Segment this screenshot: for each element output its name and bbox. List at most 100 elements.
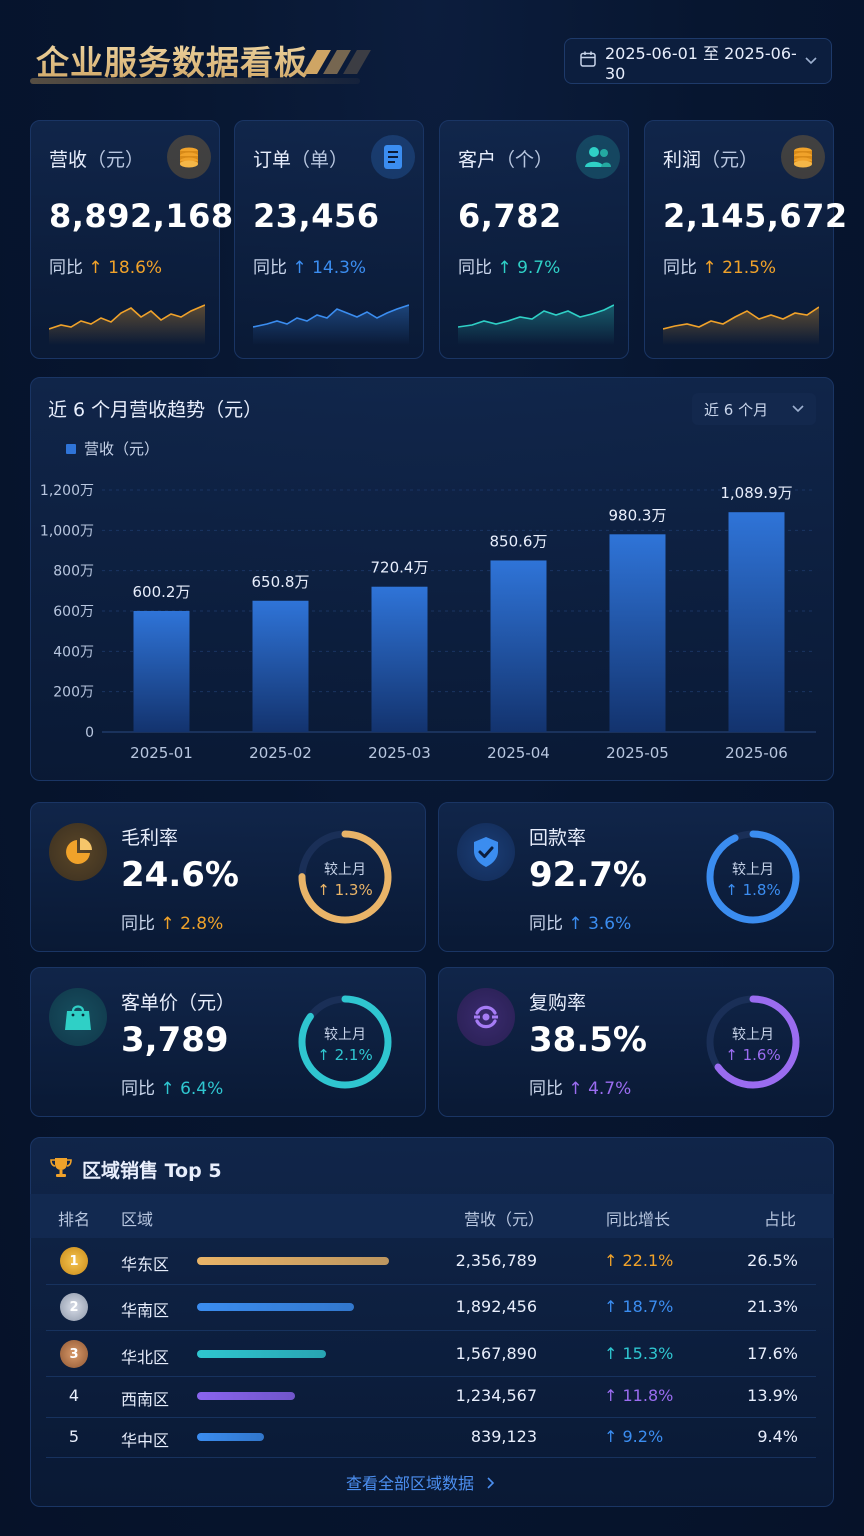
- metric-label: 客单价（元）: [121, 992, 236, 1014]
- silver-medal-icon: 2: [60, 1293, 88, 1321]
- x-tick-label: 2025-02: [249, 744, 312, 762]
- kpi-yoy: 同比 ↑ 18.6%: [49, 258, 163, 278]
- bar-2025-05[interactable]: [609, 534, 666, 732]
- kpi-yoy: 同比 ↑ 21.5%: [663, 258, 777, 278]
- bar-value-label: 980.3万: [609, 506, 667, 524]
- metric-yoy: 同比 ↑ 2.8%: [121, 914, 224, 934]
- x-tick-label: 2025-06: [725, 744, 788, 762]
- row-divider: [46, 1417, 816, 1418]
- bar-2025-03[interactable]: [371, 586, 428, 732]
- cell-region: 华北区: [121, 1348, 170, 1367]
- metric-yoy: 同比 ↑ 3.6%: [529, 914, 632, 934]
- cell-rank: 4: [68, 1386, 80, 1405]
- cell-revenue: 2,356,789: [455, 1251, 537, 1270]
- sparkline: [49, 304, 205, 345]
- cell-growth: ↑ 18.7%: [604, 1297, 674, 1316]
- kpi-yoy: 同比 ↑ 14.3%: [253, 258, 367, 278]
- kpi-unit: （个）: [496, 149, 554, 171]
- cell-share: 13.9%: [747, 1386, 798, 1405]
- bar-2025-02[interactable]: [252, 600, 309, 732]
- y-tick-label: 0: [85, 725, 94, 741]
- kpi-card-profit[interactable]: 利润（元） 2,145,672 同比 ↑ 21.5%: [644, 120, 847, 359]
- cell-rank: 5: [68, 1427, 80, 1446]
- y-tick-label: 1,000万: [40, 523, 94, 539]
- date-range-text: 2025-06-01 至 2025-06-30: [605, 43, 797, 83]
- range-select[interactable]: 近 6 个月: [692, 393, 816, 425]
- page-title: 企业服务数据看板: [36, 36, 308, 84]
- ring-value: ↑ 2.1%: [317, 1046, 373, 1064]
- ring-label: 较上月: [324, 1027, 366, 1043]
- kpi-card-revenue[interactable]: 营收（元） 8,892,168 同比 ↑ 18.6%: [30, 120, 233, 359]
- kpi-unit: （单）: [291, 149, 349, 171]
- pie-chart-icon: [49, 823, 107, 881]
- row-divider: [46, 1457, 816, 1458]
- header-growth: 同比增长: [606, 1210, 671, 1229]
- chevron-down-icon: [792, 402, 804, 417]
- cell-region: 西南区: [121, 1390, 170, 1409]
- bar-value-label: 850.6万: [490, 532, 548, 550]
- shield-check-icon: [457, 823, 515, 881]
- cell-region: 华东区: [121, 1255, 170, 1274]
- legend-swatch: [66, 443, 76, 454]
- kpi-yoy: 同比 ↑ 9.7%: [458, 258, 561, 278]
- y-tick-label: 600万: [53, 604, 94, 620]
- bar-2025-04[interactable]: [490, 560, 547, 732]
- cell-share: 9.4%: [757, 1427, 798, 1446]
- y-tick-label: 1,200万: [40, 483, 94, 499]
- kpi-label: 利润: [663, 149, 702, 171]
- kpi-card-customers[interactable]: 客户（个） 6,782 同比 ↑ 9.7%: [439, 120, 629, 359]
- revenue-bar-chart: 0 200万 400万 600万 800万 1,000万 1,200万 600.2万 2025-…: [40, 483, 816, 762]
- cell-revenue: 839,123: [470, 1427, 537, 1446]
- cell-region: 华南区: [121, 1301, 170, 1320]
- cell-growth: ↑ 15.3%: [604, 1344, 674, 1363]
- share-bar: [197, 1257, 389, 1265]
- cell-growth: ↑ 9.2%: [604, 1427, 664, 1446]
- metric-card-collection-rate[interactable]: 回款率 92.7% 同比 ↑ 3.6% 较上月 ↑ 1.8%: [438, 802, 834, 952]
- metric-card-gross-margin[interactable]: 毛利率 24.6% 同比 ↑ 2.8% 较上月 ↑ 1.3%: [30, 802, 426, 952]
- kpi-unit: （元）: [87, 149, 145, 171]
- kpi-value: 2,145,672: [663, 197, 848, 235]
- kpi-label: 客户: [458, 149, 497, 171]
- view-all-label: 查看全部区域数据: [346, 1474, 475, 1493]
- date-range-picker[interactable]: 2025-06-01 至 2025-06-30: [564, 38, 832, 84]
- kpi-value: 8,892,168: [49, 197, 234, 235]
- y-tick-label: 400万: [53, 644, 94, 660]
- kpi-unit: （元）: [701, 149, 759, 171]
- cell-growth: ↑ 22.1%: [604, 1251, 674, 1270]
- kpi-label: 营收: [49, 149, 88, 171]
- ring-label: 较上月: [324, 862, 366, 878]
- row-divider: [46, 1284, 816, 1285]
- legend-label: 营收（元）: [84, 440, 160, 458]
- y-tick-label: 200万: [53, 685, 94, 701]
- x-tick-label: 2025-01: [130, 744, 193, 762]
- chart-legend: 营收（元）: [66, 438, 159, 459]
- gold-medal-icon: 1: [60, 1247, 88, 1275]
- kpi-card-orders[interactable]: 订单（单） 23,456 同比 ↑ 14.3%: [234, 120, 424, 359]
- metric-card-repurchase-rate[interactable]: 复购率 38.5% 同比 ↑ 4.7% 较上月 ↑ 1.6%: [438, 967, 834, 1117]
- metric-label: 回款率: [529, 827, 587, 849]
- metric-yoy: 同比 ↑ 6.4%: [121, 1079, 224, 1099]
- header-share: 占比: [764, 1210, 797, 1229]
- cell-share: 17.6%: [747, 1344, 798, 1363]
- table-title-text: 区域销售 Top 5: [82, 1160, 222, 1182]
- cell-growth: ↑ 11.8%: [604, 1386, 674, 1405]
- metric-card-avg-order-value[interactable]: 客单价（元） 3,789 同比 ↑ 6.4% 较上月 ↑ 2.1%: [30, 967, 426, 1117]
- bar-2025-01[interactable]: [133, 610, 190, 732]
- calendar-icon: [579, 50, 597, 72]
- ring-label: 较上月: [732, 1027, 774, 1043]
- bar-value-label: 720.4万: [371, 559, 429, 577]
- bar-2025-06[interactable]: [728, 512, 785, 732]
- kpi-value: 23,456: [253, 197, 380, 235]
- ring-value: ↑ 1.8%: [725, 881, 781, 899]
- view-all-regions-link[interactable]: 查看全部区域数据: [346, 1470, 495, 1494]
- row-divider: [46, 1330, 816, 1331]
- share-bar: [197, 1392, 295, 1400]
- shopping-bag-icon: [49, 988, 107, 1046]
- trophy-icon: [50, 1156, 72, 1183]
- share-bar: [197, 1303, 355, 1311]
- chevron-down-icon: [805, 53, 817, 69]
- kpi-value: 6,782: [458, 197, 562, 235]
- bar-value-label: 1,089.9万: [720, 484, 792, 502]
- kpi-label: 订单: [253, 149, 292, 171]
- coins-icon: [167, 135, 211, 179]
